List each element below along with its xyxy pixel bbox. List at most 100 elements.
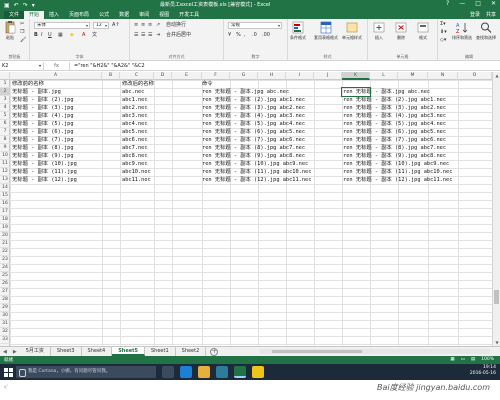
row-header-32[interactable]: 32	[0, 328, 10, 336]
tab-file[interactable]: 文件	[4, 11, 25, 19]
fill-icon[interactable]: ⬇▾	[440, 29, 447, 35]
row-header-9[interactable]: 9	[0, 144, 10, 152]
new-name-cell[interactable]: abc6.nec	[122, 136, 148, 144]
cell-styles-button[interactable]: 单元格样式	[342, 21, 362, 41]
comma-icon[interactable]: ,	[244, 32, 246, 38]
bold-button[interactable]: B	[34, 32, 38, 38]
save-icon[interactable]: ▣	[4, 2, 10, 9]
tab-developer[interactable]: 开发工具	[174, 11, 204, 19]
formula-result-cell[interactable]: ren 无标题 - 副本 (7).jpg abc6.nec	[343, 136, 446, 144]
task-view-icon[interactable]	[162, 366, 174, 378]
font-name-select[interactable]: 宋体	[34, 22, 90, 29]
tab-formulas[interactable]: 公式	[94, 11, 114, 19]
column-header-e[interactable]: E	[172, 72, 202, 80]
font-color-icon[interactable]: A	[82, 32, 85, 38]
column-header-i[interactable]: I	[286, 72, 314, 80]
redo-icon[interactable]: ↷	[23, 2, 28, 9]
login-link[interactable]: 登录	[470, 11, 480, 18]
row-header-15[interactable]: 15	[0, 192, 10, 200]
header-cell-original-name[interactable]: 修改前的名称	[12, 80, 44, 88]
align-right-icon[interactable]: ☰	[148, 32, 152, 38]
row-header-10[interactable]: 10	[0, 152, 10, 160]
formula-result-cell[interactable]: ren 无标题 - 副本 (11).jpg abc10.nec	[343, 168, 452, 176]
new-name-cell[interactable]: abc1.nec	[122, 96, 148, 104]
original-name-cell[interactable]: 无标题 - 副本.jpg	[12, 88, 61, 96]
wrap-text-button[interactable]: 自动换行	[166, 22, 186, 28]
row-header-16[interactable]: 16	[0, 200, 10, 208]
row-header-7[interactable]: 7	[0, 128, 10, 136]
align-middle-icon[interactable]: ≡	[141, 22, 145, 28]
command-cell[interactable]: ren 无标题 - 副本 (7).jpg abc6.nec	[202, 136, 305, 144]
row-header-17[interactable]: 17	[0, 208, 10, 216]
format-painter-icon[interactable]: 🖌	[20, 37, 26, 43]
row-header-25[interactable]: 25	[0, 272, 10, 280]
formula-result-cell[interactable]: ren 无标题 - 副本 (10).jpg abc9.nec	[343, 160, 449, 168]
command-cell[interactable]: ren 无标题 - 副本 (12).jpg abc11.nec	[202, 176, 311, 184]
paste-button[interactable]: 粘贴	[3, 21, 17, 41]
indent-icon[interactable]: ⇥	[156, 32, 160, 38]
copy-icon[interactable]: ❐	[20, 29, 24, 35]
formula-result-cell[interactable]: ren 无标题 - 副本 (9).jpg abc8.nec	[343, 152, 446, 160]
formula-result-cell[interactable]: ren 无标题 - 副本 (4).jpg abc3.nec	[343, 112, 446, 120]
normal-view-icon[interactable]: ▦	[450, 357, 454, 362]
decrease-decimal-icon[interactable]: .00	[262, 32, 270, 38]
column-header-m[interactable]: M	[398, 72, 428, 80]
new-name-cell[interactable]: abc2.nec	[122, 104, 148, 112]
row-header-12[interactable]: 12	[0, 168, 10, 176]
row-header-30[interactable]: 30	[0, 312, 10, 320]
fill-color-icon[interactable]: ◈	[70, 32, 74, 38]
new-name-cell[interactable]: abc10.nec	[122, 168, 151, 176]
original-name-cell[interactable]: 无标题 - 副本 (9).jpg	[12, 152, 74, 160]
row-header-2[interactable]: 2	[0, 88, 10, 96]
row-header-11[interactable]: 11	[0, 160, 10, 168]
sheet-prev-icon[interactable]: ◀	[3, 349, 7, 355]
original-name-cell[interactable]: 无标题 - 副本 (3).jpg	[12, 104, 74, 112]
font-size-select[interactable]: 12	[93, 22, 109, 29]
scroll-up-icon[interactable]: ▲	[493, 72, 500, 79]
scroll-down-icon[interactable]: ▼	[493, 339, 500, 346]
formula-result-cell[interactable]: ren 无标题 - 副本 (3).jpg abc2.nec	[343, 104, 446, 112]
number-format-select[interactable]: 常规	[228, 22, 282, 29]
tab-page-layout[interactable]: 页面布局	[64, 11, 94, 19]
column-header-c[interactable]: C	[120, 72, 154, 80]
zoom-level[interactable]: 100%	[481, 357, 494, 362]
command-cell[interactable]: ren 无标题 - 副本 (4).jpg abc3.nec	[202, 112, 305, 120]
tab-insert[interactable]: 插入	[44, 11, 64, 19]
sheet-tab-sheet1[interactable]: Sheet1	[145, 347, 176, 356]
original-name-cell[interactable]: 无标题 - 副本 (4).jpg	[12, 112, 74, 120]
command-cell[interactable]: ren 无标题 - 副本 (6).jpg abc5.nec	[202, 128, 305, 136]
page-break-icon[interactable]: ▤	[471, 357, 475, 362]
sheet-tab-sheet5[interactable]: Sheet5	[112, 347, 145, 356]
row-header-13[interactable]: 13	[0, 176, 10, 184]
tab-home[interactable]: 开始	[24, 11, 45, 19]
column-header-a[interactable]: A	[10, 72, 102, 80]
close-button[interactable]: ✕	[491, 0, 496, 7]
column-header-k[interactable]: K	[342, 72, 370, 80]
add-sheet-button[interactable]: +	[210, 347, 219, 356]
vertical-scrollbar[interactable]: ▲ ▼	[492, 72, 500, 346]
clear-icon[interactable]: ◇▾	[440, 37, 446, 43]
row-header-21[interactable]: 21	[0, 240, 10, 248]
italic-button[interactable]: I	[41, 32, 42, 38]
row-header-27[interactable]: 27	[0, 288, 10, 296]
row-header-19[interactable]: 19	[0, 224, 10, 232]
align-left-icon[interactable]: ☰	[134, 32, 138, 38]
tab-view[interactable]: 视图	[154, 11, 174, 19]
row-header-20[interactable]: 20	[0, 232, 10, 240]
find-select-button[interactable]: 查找和选择	[476, 21, 496, 41]
new-name-cell[interactable]: abc.nec	[122, 88, 144, 96]
system-tray-clock[interactable]: 19:14 2016-05-16	[470, 365, 496, 377]
store-icon[interactable]	[216, 366, 228, 378]
file-explorer-icon[interactable]	[198, 366, 210, 378]
align-top-icon[interactable]: ≡	[134, 22, 138, 28]
tab-data[interactable]: 数据	[114, 11, 134, 19]
page-layout-icon[interactable]: ▭	[461, 357, 465, 362]
horizontal-scrollbar[interactable]	[260, 349, 490, 354]
new-name-cell[interactable]: abc4.nec	[122, 120, 148, 128]
row-header-26[interactable]: 26	[0, 280, 10, 288]
underline-button[interactable]: U	[48, 32, 52, 38]
row-header-23[interactable]: 23	[0, 256, 10, 264]
formula-result-cell[interactable]: ren 无标题 - 副本 (12).jpg abc11.nec	[343, 176, 452, 184]
command-cell[interactable]: ren 无标题 - 副本 (11).jpg abc10.nec	[202, 168, 311, 176]
customize-icon[interactable]: ▾	[32, 2, 35, 9]
